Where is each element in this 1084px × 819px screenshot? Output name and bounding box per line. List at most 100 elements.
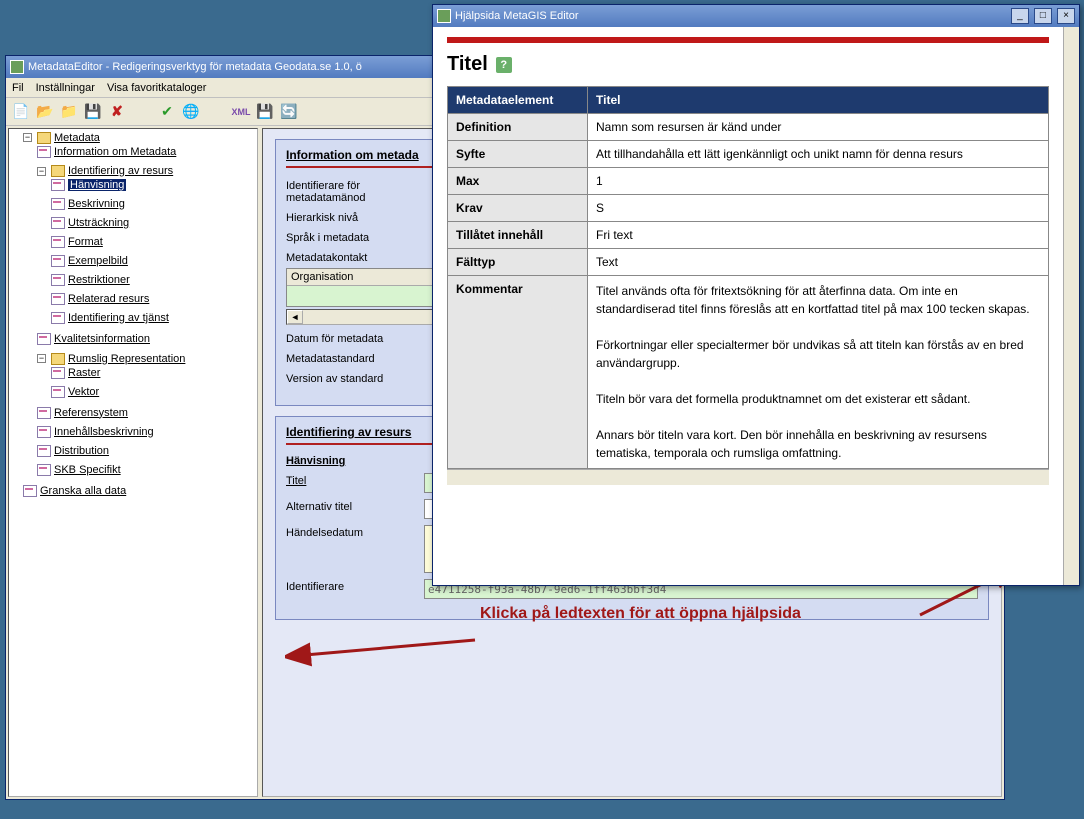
leaf-icon — [51, 179, 65, 191]
tree-vektor[interactable]: Vektor — [68, 386, 99, 398]
help-titlebar[interactable]: Hjälpsida MetaGIS Editor _ □ × — [433, 5, 1079, 27]
leaf-icon — [51, 255, 65, 267]
help-content: Titel ? Metadataelement Titel Definition… — [433, 27, 1063, 585]
globe-icon[interactable]: 🌐 — [182, 103, 200, 121]
xml-icon[interactable]: XML — [232, 103, 250, 121]
tree-utstrackning[interactable]: Utsträckning — [68, 217, 129, 229]
label-version[interactable]: Version av standard — [286, 371, 416, 385]
help-comment-p: Annars bör titeln vara kort. Den bör inn… — [596, 426, 1040, 462]
help-row-value: S — [588, 195, 1049, 222]
label-datum[interactable]: Datum för metadata — [286, 331, 416, 345]
close-button[interactable]: × — [1057, 8, 1075, 24]
help-v-scrollbar[interactable] — [1063, 27, 1079, 585]
tree-kvalitet[interactable]: Kvalitetsinformation — [54, 333, 150, 345]
help-hdr-titel: Titel — [588, 87, 1049, 114]
expander-icon[interactable]: − — [37, 354, 46, 363]
leaf-icon — [37, 445, 51, 457]
help-row-value: Namn som resursen är känd under — [588, 114, 1049, 141]
folder-icon — [51, 353, 65, 365]
tree-ident-tjanst[interactable]: Identifiering av tjänst — [68, 312, 169, 324]
label-standard[interactable]: Metadatastandard — [286, 351, 416, 365]
label-titel[interactable]: Titel — [286, 473, 416, 487]
label-alt-titel[interactable]: Alternativ titel — [286, 499, 416, 513]
help-row-value: Titel används ofta för fritextsökning fö… — [588, 276, 1049, 469]
app-icon — [10, 60, 24, 74]
help-row-label: Max — [448, 168, 588, 195]
help-comment-p: Titel används ofta för fritextsökning fö… — [596, 282, 1040, 318]
tree-hanvisning[interactable]: Hänvisning — [68, 179, 126, 191]
leaf-icon — [51, 293, 65, 305]
tree-beskrivning[interactable]: Beskrivning — [68, 198, 125, 210]
leaf-icon — [51, 367, 65, 379]
new-icon[interactable]: 📄 — [12, 103, 30, 121]
tree-rumslig[interactable]: Rumslig Representation — [68, 353, 185, 365]
help-title: Titel — [447, 53, 488, 76]
menu-installningar[interactable]: Inställningar — [36, 82, 95, 94]
leaf-icon — [37, 464, 51, 476]
help-hdr-element: Metadataelement — [448, 87, 588, 114]
help-comment-p: Förkortningar eller specialtermer bör un… — [596, 336, 1040, 372]
tree-skb[interactable]: SKB Specifikt — [54, 464, 121, 476]
help-row-label: Tillåtet innehåll — [448, 222, 588, 249]
tree-info[interactable]: Information om Metadata — [54, 146, 176, 158]
app-icon — [437, 9, 451, 23]
annotation-text: Klicka på ledtexten för att öppna hjälps… — [480, 605, 801, 623]
leaf-icon — [37, 426, 51, 438]
help-table: Metadataelement Titel DefinitionNamn som… — [447, 86, 1049, 469]
help-h-scrollbar[interactable] — [447, 469, 1049, 485]
help-divider — [447, 37, 1049, 43]
menu-fil[interactable]: Fil — [12, 82, 24, 94]
leaf-icon — [51, 274, 65, 286]
help-row-value: Att tillhandahålla ett lätt igenkännligt… — [588, 141, 1049, 168]
leaf-icon — [51, 386, 65, 398]
leaf-icon — [51, 312, 65, 324]
menu-favorit[interactable]: Visa favoritkataloger — [107, 82, 206, 94]
leaf-icon — [51, 217, 65, 229]
tree-innehall[interactable]: Innehållsbeskrivning — [54, 426, 154, 438]
leaf-icon — [37, 333, 51, 345]
label-handelsedatum[interactable]: Händelsedatum — [286, 525, 416, 539]
help-row-label: Syfte — [448, 141, 588, 168]
expander-icon[interactable]: − — [23, 133, 32, 142]
help-row-label: Fälttyp — [448, 249, 588, 276]
label-identifierare2[interactable]: Identifierare — [286, 579, 416, 593]
help-row-label: Krav — [448, 195, 588, 222]
folder-icon — [51, 165, 65, 177]
disk2-icon[interactable]: 💾 — [256, 103, 274, 121]
tree-ident[interactable]: Identifiering av resurs — [68, 165, 173, 177]
tree-relaterad[interactable]: Relaterad resurs — [68, 293, 149, 305]
help-icon[interactable]: ? — [496, 57, 512, 73]
label-identifierare[interactable]: Identifierare för metadatamänod — [286, 178, 416, 204]
check-icon[interactable]: ✔ — [158, 103, 176, 121]
tree-exempelbild[interactable]: Exempelbild — [68, 255, 128, 267]
refresh-icon[interactable]: 🔄 — [280, 103, 298, 121]
help-row-label: Definition — [448, 114, 588, 141]
maximize-button[interactable]: □ — [1034, 8, 1052, 24]
save-icon[interactable]: 💾 — [84, 103, 102, 121]
tree-dist[interactable]: Distribution — [54, 445, 109, 457]
delete-icon[interactable]: ✘ — [108, 103, 126, 121]
tree-format[interactable]: Format — [68, 236, 103, 248]
leaf-icon — [23, 485, 37, 497]
open-icon[interactable]: 📂 — [36, 103, 54, 121]
tree-restriktioner[interactable]: Restriktioner — [68, 274, 130, 286]
expander-icon[interactable]: − — [37, 167, 46, 176]
help-comment-p: Titeln bör vara det formella produktnamn… — [596, 390, 1040, 408]
minimize-button[interactable]: _ — [1011, 8, 1029, 24]
tree-granska[interactable]: Granska alla data — [40, 485, 126, 497]
folder-icon — [37, 132, 51, 144]
open2-icon[interactable]: 📁 — [60, 103, 78, 121]
leaf-icon — [37, 407, 51, 419]
help-window: Hjälpsida MetaGIS Editor _ □ × Titel ? M… — [432, 4, 1080, 586]
label-sprak[interactable]: Språk i metadata — [286, 230, 416, 244]
help-row-value: Text — [588, 249, 1049, 276]
tree-raster[interactable]: Raster — [68, 367, 100, 379]
tree-root[interactable]: Metadata — [54, 132, 100, 144]
label-metadatakontakt[interactable]: Metadatakontakt — [286, 250, 416, 264]
tree-refsys[interactable]: Referensystem — [54, 407, 128, 419]
help-window-title: Hjälpsida MetaGIS Editor — [455, 10, 579, 22]
tree-panel: − Metadata Information om Metadata − Ident… — [8, 128, 258, 797]
label-hierarkisk[interactable]: Hierarkisk nivå — [286, 210, 416, 224]
leaf-icon — [51, 236, 65, 248]
help-row-label: Kommentar — [448, 276, 588, 469]
